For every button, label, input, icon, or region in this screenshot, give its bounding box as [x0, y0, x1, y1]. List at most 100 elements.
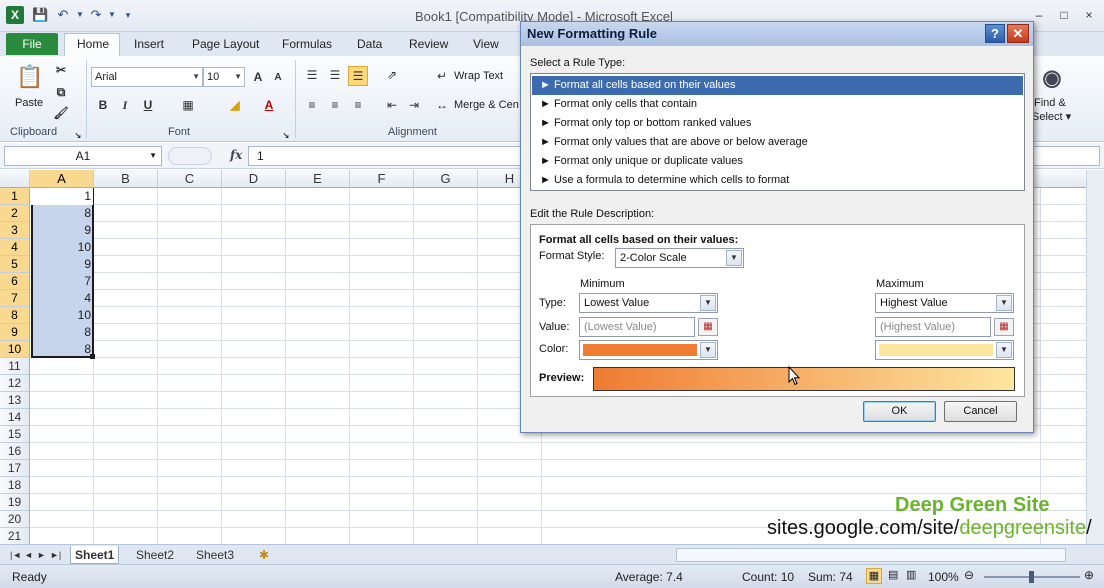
redo-icon[interactable]: ↷	[88, 7, 104, 23]
cell-a2[interactable]: 8	[31, 205, 93, 222]
close-window-button[interactable]: ×	[1080, 8, 1098, 24]
copy-icon[interactable]: ⧉	[53, 84, 69, 100]
align-center-icon[interactable]: ≡	[327, 97, 343, 113]
fill-color-icon[interactable]: ◢	[227, 97, 243, 113]
select-all-corner[interactable]	[0, 170, 30, 188]
save-icon[interactable]: 💾	[32, 7, 48, 23]
font-color-icon[interactable]: A	[261, 97, 277, 113]
binoculars-icon[interactable]: ◉	[1038, 64, 1066, 92]
rule-type-list[interactable]: ► Format all cells based on their values…	[530, 73, 1025, 191]
increase-indent-icon[interactable]: ⇥	[406, 97, 422, 113]
row-header-20[interactable]: 20	[0, 511, 30, 528]
row-header-14[interactable]: 14	[0, 409, 30, 426]
tab-view[interactable]: View	[473, 37, 499, 51]
help-button[interactable]: ?	[985, 24, 1005, 43]
italic-button[interactable]: I	[117, 97, 133, 113]
cell-a10[interactable]: 8	[31, 341, 93, 358]
row-header-12[interactable]: 12	[0, 375, 30, 392]
align-middle-icon[interactable]: ☰	[327, 67, 343, 83]
page-layout-view-icon[interactable]: ▤	[888, 568, 898, 581]
cell-a6[interactable]: 7	[31, 273, 93, 290]
rule-type-all-cells[interactable]: ► Format all cells based on their values	[532, 76, 1023, 95]
vertical-scrollbar[interactable]	[1086, 170, 1104, 544]
cut-icon[interactable]: ✂	[53, 62, 69, 78]
min-type-select[interactable]: Lowest Value ▼	[579, 293, 718, 313]
rule-type-top-bottom[interactable]: ► Format only top or bottom ranked value…	[532, 114, 1023, 133]
row-header-3[interactable]: 3	[0, 222, 30, 239]
column-header-b[interactable]: B	[94, 170, 158, 188]
undo-icon[interactable]: ↶	[55, 7, 71, 23]
row-header-10[interactable]: 10	[0, 341, 30, 358]
max-color-picker[interactable]: ▼	[875, 340, 1014, 360]
bold-button[interactable]: B	[95, 97, 111, 113]
grow-font-icon[interactable]: A	[250, 69, 266, 85]
close-dialog-button[interactable]: ✕	[1007, 24, 1029, 43]
name-box[interactable]: A1 ▼	[4, 146, 162, 166]
cell-a1[interactable]: 1	[31, 188, 93, 205]
horizontal-scrollbar[interactable]	[676, 548, 1066, 562]
column-header-e[interactable]: E	[286, 170, 350, 188]
row-header-2[interactable]: 2	[0, 205, 30, 222]
decrease-indent-icon[interactable]: ⇤	[384, 97, 400, 113]
sheet-tab-sheet1[interactable]: Sheet1	[70, 546, 120, 564]
row-header-13[interactable]: 13	[0, 392, 30, 409]
page-break-view-icon[interactable]: ▥	[906, 568, 916, 581]
collapse-dialog-icon[interactable]: ▦	[698, 318, 718, 336]
cell-a9[interactable]: 8	[31, 324, 93, 341]
merge-center-icon[interactable]: ↔	[434, 97, 450, 113]
font-launcher-icon[interactable]: ↘	[278, 128, 294, 144]
customize-quick-access-icon[interactable]: ▾	[120, 7, 136, 23]
tab-file[interactable]: File	[6, 33, 58, 55]
normal-view-icon[interactable]: ▦	[866, 568, 882, 584]
tab-page-layout[interactable]: Page Layout	[192, 37, 259, 51]
align-bottom-icon[interactable]: ☰	[348, 66, 368, 86]
insert-function-button[interactable]: fx	[230, 148, 242, 162]
row-header-7[interactable]: 7	[0, 290, 30, 307]
underline-button[interactable]: U	[140, 97, 156, 113]
row-header-5[interactable]: 5	[0, 256, 30, 273]
column-header-c[interactable]: C	[158, 170, 222, 188]
maximize-button[interactable]: □	[1055, 8, 1073, 24]
rule-type-unique-duplicate[interactable]: ► Format only unique or duplicate values	[532, 152, 1023, 171]
tab-home[interactable]: Home	[77, 37, 109, 51]
row-header-17[interactable]: 17	[0, 460, 30, 477]
orientation-icon[interactable]: ⇗	[384, 67, 400, 83]
last-sheet-icon[interactable]: ►|	[46, 546, 65, 564]
sheet-tab-sheet2[interactable]: Sheet2	[132, 546, 178, 564]
find-select-button-line1[interactable]: Find &	[1034, 97, 1066, 109]
tab-data[interactable]: Data	[357, 37, 382, 51]
borders-icon[interactable]: ▦	[180, 97, 196, 113]
format-painter-icon[interactable]: 🖌	[53, 105, 69, 121]
clipboard-launcher-icon[interactable]: ↘	[70, 128, 86, 144]
row-header-1[interactable]: 1	[0, 188, 30, 205]
find-select-button-line2[interactable]: Select ▾	[1032, 110, 1071, 123]
tab-formulas[interactable]: Formulas	[282, 37, 332, 51]
align-top-icon[interactable]: ☰	[304, 67, 320, 83]
format-style-select[interactable]: 2-Color Scale ▼	[615, 248, 744, 268]
paste-icon[interactable]: 📋	[16, 62, 43, 92]
column-header-g[interactable]: G	[414, 170, 478, 188]
align-right-icon[interactable]: ≡	[350, 97, 366, 113]
row-header-16[interactable]: 16	[0, 443, 30, 460]
max-value-input[interactable]: (Highest Value)	[875, 317, 991, 337]
rule-type-cells-contain[interactable]: ► Format only cells that contain	[532, 95, 1023, 114]
row-header-9[interactable]: 9	[0, 324, 30, 341]
row-header-8[interactable]: 8	[0, 307, 30, 324]
row-header-6[interactable]: 6	[0, 273, 30, 290]
cell-a8[interactable]: 10	[31, 307, 93, 324]
min-color-picker[interactable]: ▼	[579, 340, 718, 360]
cell-a4[interactable]: 10	[31, 239, 93, 256]
ok-button[interactable]: OK	[863, 401, 936, 422]
cell-a5[interactable]: 9	[31, 256, 93, 273]
align-left-icon[interactable]: ≡	[304, 97, 320, 113]
shrink-font-icon[interactable]: A	[270, 70, 286, 86]
excel-logo-icon[interactable]: X	[6, 6, 24, 24]
row-header-15[interactable]: 15	[0, 426, 30, 443]
row-header-21[interactable]: 21	[0, 528, 30, 544]
cell-a3[interactable]: 9	[31, 222, 93, 239]
merge-center-button[interactable]: Merge & Cen	[454, 99, 519, 111]
font-name-combo[interactable]: Arial ▼	[91, 67, 203, 87]
wrap-text-button[interactable]: Wrap Text	[454, 70, 503, 82]
paste-button[interactable]: Paste	[15, 97, 43, 109]
undo-dropdown-icon[interactable]: ▼	[72, 7, 88, 23]
